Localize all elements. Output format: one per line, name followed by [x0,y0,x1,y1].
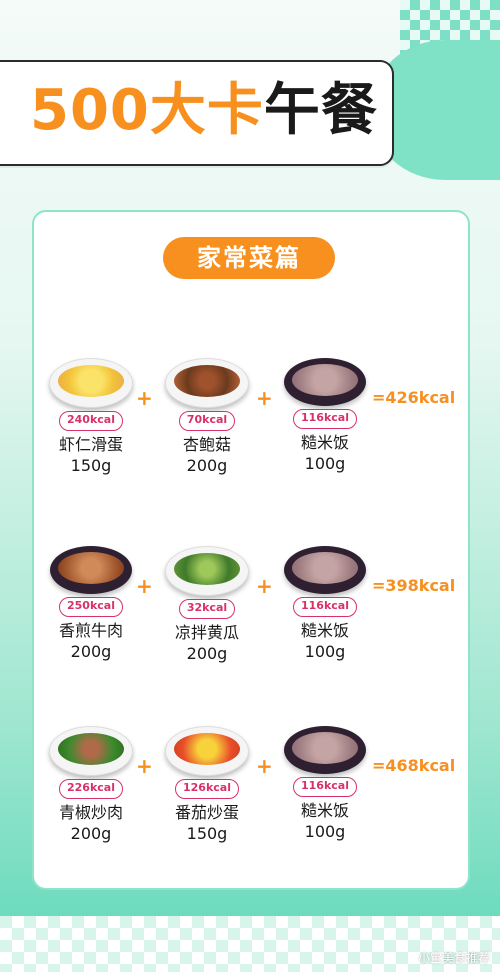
plus-sign: + [136,574,153,598]
dish-beef: 250kcal 香煎牛肉 200g [36,546,146,663]
meal-total: =468kcal [372,756,456,775]
dish-image [284,358,366,406]
plus-sign: + [136,754,153,778]
kcal-badge: 126kcal [175,779,239,799]
title-part2: 午餐 [263,78,378,143]
title-number: 500 [30,78,150,143]
dish-image [165,358,249,408]
kcal-badge: 116kcal [293,597,357,617]
dish-image [284,726,366,774]
dish-brown-rice: 116kcal 糙米饭 100g [270,546,380,663]
dish-weight: 200g [70,824,112,843]
dish-pepper-pork: 226kcal 青椒炒肉 200g [36,726,146,845]
kcal-badge: 70kcal [178,411,236,431]
kcal-badge: 250kcal [59,597,123,617]
dish-image [49,358,133,408]
dish-image [165,726,249,776]
kcal-badge: 116kcal [293,777,357,797]
dish-name: 杏鲍菇 [182,435,231,454]
dish-weight: 200g [70,642,112,661]
dish-image [49,726,133,776]
dish-name: 糙米饭 [300,621,349,640]
dish-brown-rice: 116kcal 糙米饭 100g [270,358,380,475]
dish-tomato-egg: 126kcal 番茄炒蛋 150g [152,726,262,845]
dish-name: 糙米饭 [300,801,349,820]
dish-name: 糙米饭 [300,433,349,452]
dish-image [50,546,132,594]
page-title: 500大卡午餐 [30,78,378,144]
kcal-badge: 240kcal [59,411,123,431]
dish-name: 香煎牛肉 [58,621,123,640]
dish-weight: 200g [186,644,228,663]
dish-brown-rice: 116kcal 糙米饭 100g [270,726,380,843]
dish-weight: 100g [304,454,346,473]
dish-mushroom: 70kcal 杏鲍菇 200g [152,358,262,477]
meal-total: =426kcal [372,388,456,407]
watermark: 小宝美食推荐 [417,951,490,965]
meal-row-3: 226kcal 青椒炒肉 200g + 126kcal 番茄炒蛋 150g + … [0,726,500,846]
dish-name: 虾仁滑蛋 [58,435,123,454]
kcal-badge: 32kcal [178,599,236,619]
dish-weight: 100g [304,822,346,841]
dish-weight: 150g [186,824,228,843]
dish-name: 青椒炒肉 [58,803,123,822]
dish-image [284,546,366,594]
dish-shrimp-egg: 240kcal 虾仁滑蛋 150g [36,358,146,477]
meal-total: =398kcal [372,576,456,595]
dish-cucumber: 32kcal 凉拌黄瓜 200g [152,546,262,665]
plus-sign: + [136,386,153,410]
meal-row-1: 240kcal 虾仁滑蛋 150g + 70kcal 杏鲍菇 200g + 11… [0,358,500,478]
meal-row-2: 250kcal 香煎牛肉 200g + 32kcal 凉拌黄瓜 200g + 1… [0,546,500,666]
kcal-badge: 226kcal [59,779,123,799]
dish-weight: 200g [186,456,228,475]
title-part1: 大卡 [149,78,264,143]
dish-weight: 150g [70,456,112,475]
dish-name: 凉拌黄瓜 [174,623,239,642]
dish-image [165,546,249,596]
kcal-badge: 116kcal [293,409,357,429]
dish-weight: 100g [304,642,346,661]
dish-name: 番茄炒蛋 [174,803,239,822]
section-label: 家常菜篇 [163,237,335,279]
